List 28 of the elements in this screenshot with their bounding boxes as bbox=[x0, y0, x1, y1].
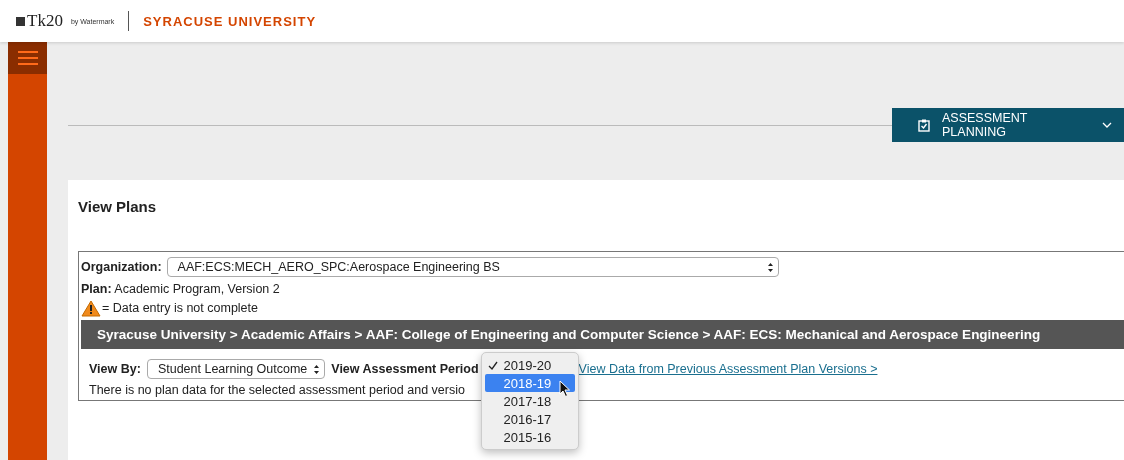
previous-versions-link[interactable]: View Data from Previous Assessment Plan Versions > bbox=[578, 362, 878, 376]
stepper-arrows-icon bbox=[313, 363, 321, 375]
stepper-arrows-icon bbox=[766, 261, 774, 273]
menu-icon bbox=[17, 51, 38, 65]
period-option[interactable]: 2017-18 bbox=[481, 392, 578, 410]
legend-text: = Data entry is not complete bbox=[102, 301, 258, 315]
warning-icon bbox=[81, 299, 101, 317]
clipboard-check-icon bbox=[918, 118, 930, 132]
menu-button[interactable] bbox=[8, 42, 47, 74]
breadcrumb-bar: Syracuse University > Academic Affairs > AAF: College of Engineering and Computer Science > AAF: ECS: Mechanical and Aerospace Engineering bbox=[81, 320, 1124, 349]
organization-label: Organization: bbox=[81, 260, 162, 274]
no-data-message: There is no plan data for the selected assessment period and versio bbox=[89, 383, 465, 397]
plan-text: Plan: Academic Program, Version 2 bbox=[81, 282, 280, 296]
assessment-planning-button[interactable]: ASSESSMENT PLANNING bbox=[892, 108, 1124, 142]
logo: Tk20 bbox=[16, 11, 63, 31]
mouse-cursor-icon bbox=[558, 380, 571, 398]
chevron-down-icon bbox=[1102, 122, 1112, 128]
period-option[interactable]: 2016-17 bbox=[481, 410, 578, 428]
period-option[interactable]: 2019-20 bbox=[481, 356, 578, 374]
checkmark-icon bbox=[487, 360, 498, 370]
organization-select[interactable]: AAF:ECS:MECH_AERO_SPC:Aerospace Engineering BS bbox=[166, 257, 779, 277]
assessment-period-label: View Assessment Period bbox=[331, 362, 479, 376]
page-title: View Plans bbox=[78, 198, 158, 215]
view-by-label: View By: bbox=[89, 362, 141, 376]
period-option[interactable]: 2018-19 bbox=[484, 374, 575, 392]
view-by-select[interactable]: Student Learning Outcome bbox=[146, 359, 326, 379]
period-option[interactable]: 2015-16 bbox=[481, 428, 578, 446]
university-name: SYRACUSE UNIVERSITY bbox=[143, 13, 317, 29]
